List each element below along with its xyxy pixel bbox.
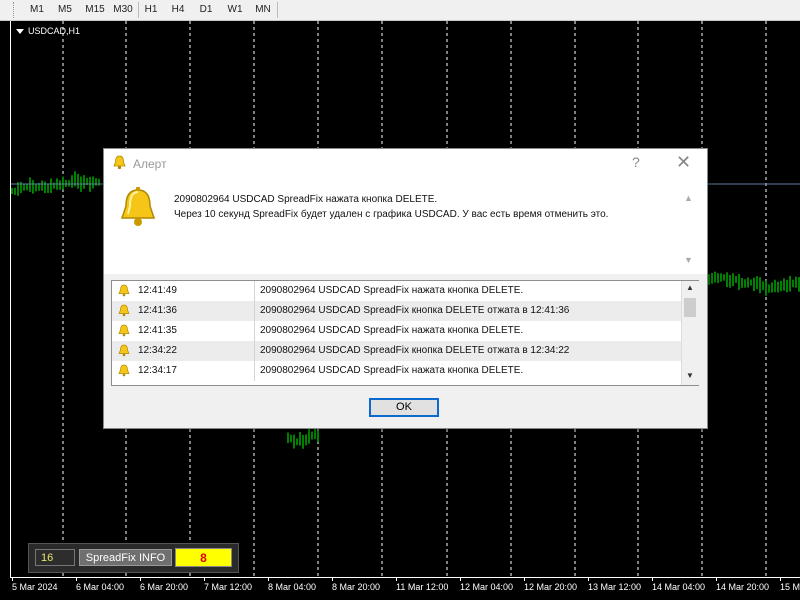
timeframe-h1-button[interactable]: H1 <box>140 2 162 18</box>
timeframe-toolbar: M1 M5 M15 M30 H1 H4 D1 W1 MN <box>0 0 800 21</box>
spread-input[interactable]: 16 <box>35 549 75 566</box>
log-text: 2090802964 USDCAD SpreadFix кнопка DELET… <box>260 305 570 316</box>
time-axis-tick <box>268 577 269 581</box>
scroll-down-icon[interactable]: ▼ <box>686 371 694 380</box>
spreadfix-info-panel: 16 SpreadFix INFO 8 <box>28 543 239 573</box>
time-axis-tick <box>76 577 77 581</box>
log-row[interactable]: 12:41:36 2090802964 USDCAD SpreadFix кно… <box>112 301 681 321</box>
log-row[interactable]: 12:41:49 2090802964 USDCAD SpreadFix наж… <box>112 281 681 301</box>
time-axis-label: 6 Mar 04:00 <box>76 582 125 592</box>
log-row[interactable]: 12:41:35 2090802964 USDCAD SpreadFix наж… <box>112 321 681 341</box>
toolbar-separator <box>138 2 139 18</box>
time-axis-label: 15 Mar <box>780 582 800 592</box>
time-axis-label: 12 Mar 04:00 <box>460 582 514 592</box>
close-button[interactable]: ✕ <box>676 152 691 173</box>
bell-icon <box>113 155 126 170</box>
log-time: 12:41:49 <box>138 285 177 296</box>
alert-message-line1: 2090802964 USDCAD SpreadFix нажата кнопк… <box>174 194 438 205</box>
timeframe-m5-button[interactable]: M5 <box>53 2 77 18</box>
time-axis-label: 6 Mar 20:00 <box>140 582 189 592</box>
alert-message-area: 2090802964 USDCAD SpreadFix нажата кнопк… <box>104 179 707 274</box>
timeframe-m15-button[interactable]: M15 <box>82 2 108 18</box>
time-axis-label: 8 Mar 20:00 <box>332 582 381 592</box>
time-axis-tick <box>332 577 333 581</box>
alert-log-list[interactable]: 12:41:49 2090802964 USDCAD SpreadFix наж… <box>111 280 699 386</box>
dialog-title: Алерт <box>133 157 167 171</box>
log-text: 2090802964 USDCAD SpreadFix нажата кнопк… <box>260 365 524 376</box>
log-time: 12:41:36 <box>138 305 177 316</box>
time-axis-label: 14 Mar 04:00 <box>652 582 706 592</box>
time-axis <box>10 577 800 578</box>
time-axis-tick <box>460 577 461 581</box>
time-axis-tick <box>524 577 525 581</box>
log-time: 12:34:22 <box>138 345 177 356</box>
bell-icon <box>118 324 130 337</box>
chart-symbol-label[interactable]: USDCAD,H1 <box>16 26 80 36</box>
log-text: 2090802964 USDCAD SpreadFix кнопка DELET… <box>260 345 570 356</box>
time-axis-tick <box>12 577 13 581</box>
log-time: 12:41:35 <box>138 325 177 336</box>
toolbar-separator <box>277 2 278 18</box>
timeframe-m1-button[interactable]: M1 <box>26 2 48 18</box>
spreadfix-info-button[interactable]: SpreadFix INFO <box>79 549 172 566</box>
message-scroll-up-icon[interactable]: ▲ <box>684 193 693 203</box>
time-axis-label: 8 Mar 04:00 <box>268 582 317 592</box>
bell-icon <box>118 284 130 297</box>
chart-left-edge <box>10 21 11 577</box>
log-text: 2090802964 USDCAD SpreadFix нажата кнопк… <box>260 285 524 296</box>
time-axis-tick <box>716 577 717 581</box>
column-separator <box>254 321 255 341</box>
bell-icon <box>118 304 130 317</box>
alert-message-line2: Через 10 секунд SpreadFix будет удален с… <box>174 209 609 220</box>
time-axis-tick <box>652 577 653 581</box>
large-bell-icon <box>120 187 156 226</box>
dialog-titlebar[interactable]: Алерт ? ✕ <box>104 149 707 179</box>
bell-icon <box>118 364 130 377</box>
ok-button[interactable]: OK <box>369 398 439 417</box>
time-axis-label: 13 Mar 12:00 <box>588 582 642 592</box>
bell-icon <box>118 344 130 357</box>
column-separator <box>254 341 255 361</box>
time-axis-label: 11 Mar 12:00 <box>396 582 449 592</box>
time-axis-tick <box>204 577 205 581</box>
timeframe-w1-button[interactable]: W1 <box>224 2 246 18</box>
toolbar-grip[interactable] <box>13 2 17 18</box>
log-time: 12:34:17 <box>138 365 177 376</box>
dropdown-triangle-icon <box>16 29 24 35</box>
log-row[interactable]: 12:34:17 2090802964 USDCAD SpreadFix наж… <box>112 361 681 381</box>
timeframe-h4-button[interactable]: H4 <box>167 2 189 18</box>
message-scroll-down-icon[interactable]: ▼ <box>684 255 693 265</box>
column-separator <box>254 281 255 301</box>
spread-value-display: 8 <box>175 548 232 567</box>
timeframe-mn-button[interactable]: MN <box>251 2 275 18</box>
alert-dialog: Алерт ? ✕ 2090802964 USDCAD SpreadFix на… <box>103 148 708 429</box>
log-text: 2090802964 USDCAD SpreadFix нажата кнопк… <box>260 325 524 336</box>
time-axis-label: 14 Mar 20:00 <box>716 582 770 592</box>
chart-symbol-text: USDCAD,H1 <box>28 26 81 36</box>
help-button[interactable]: ? <box>632 154 640 170</box>
time-axis-label: 5 Mar 2024 <box>12 582 58 592</box>
time-axis-tick <box>780 577 781 581</box>
time-axis-tick <box>396 577 397 581</box>
timeframe-m30-button[interactable]: M30 <box>110 2 136 18</box>
time-axis-label: 12 Mar 20:00 <box>524 582 578 592</box>
time-axis-tick <box>140 577 141 581</box>
time-axis-tick <box>588 577 589 581</box>
scroll-thumb[interactable] <box>684 298 696 317</box>
scroll-up-icon[interactable]: ▲ <box>686 283 694 292</box>
timeframe-d1-button[interactable]: D1 <box>195 2 217 18</box>
log-row[interactable]: 12:34:22 2090802964 USDCAD SpreadFix кно… <box>112 341 681 361</box>
column-separator <box>254 301 255 321</box>
log-scrollbar[interactable]: ▲ ▼ <box>681 281 699 385</box>
time-axis-label: 7 Mar 12:00 <box>204 582 253 592</box>
column-separator <box>254 361 255 381</box>
